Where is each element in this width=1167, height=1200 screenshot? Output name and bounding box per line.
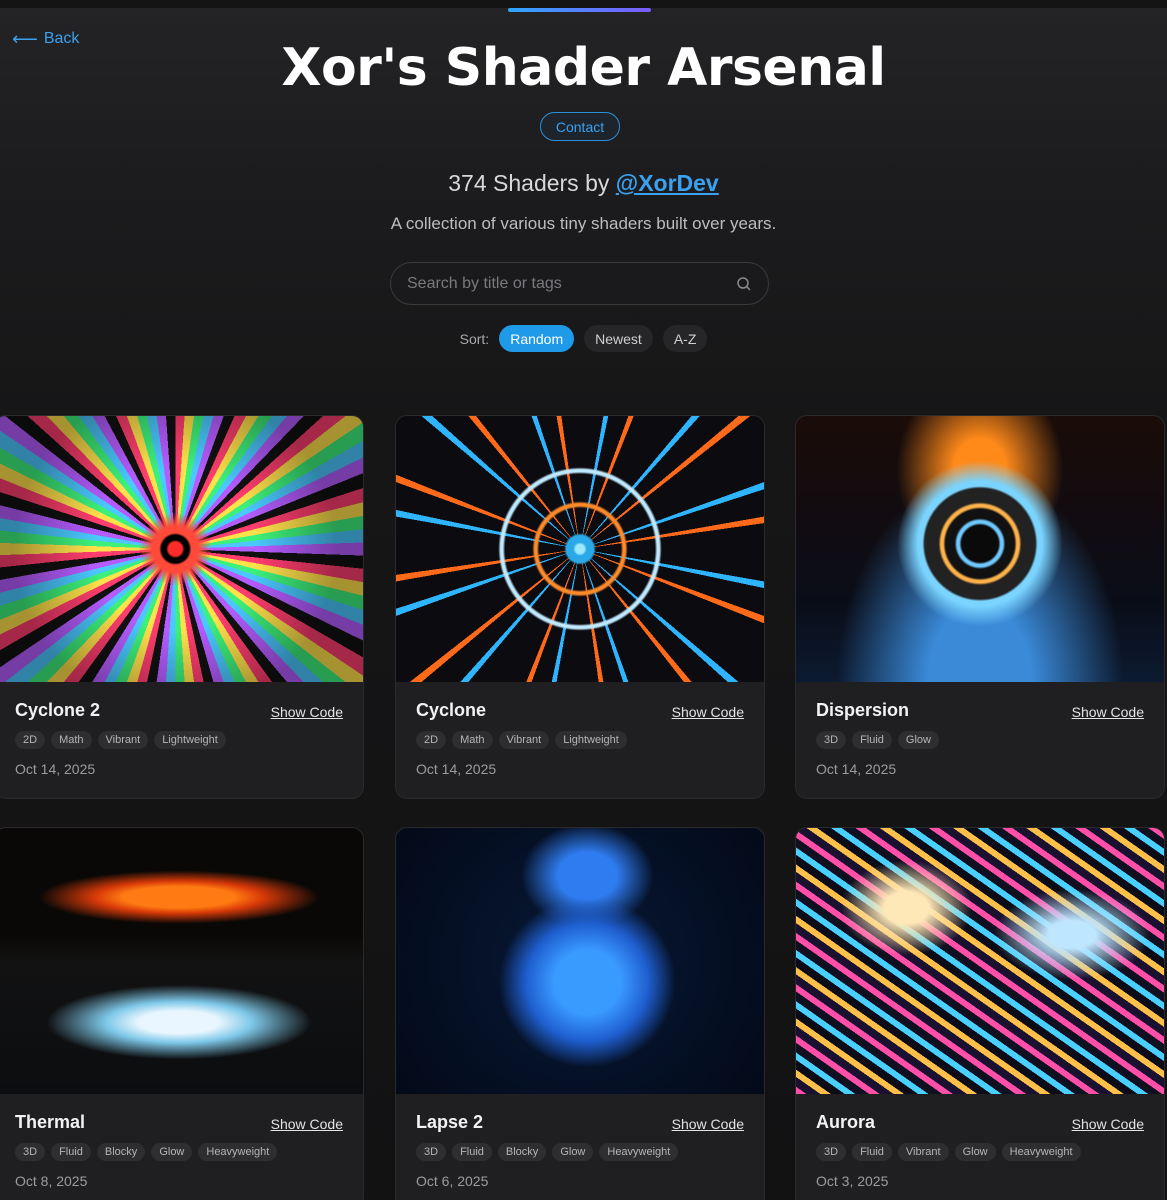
shader-thumbnail[interactable] — [796, 416, 1164, 682]
card-body: Cyclone Show Code 2D Math Vibrant Lightw… — [396, 682, 764, 798]
shader-card[interactable]: Dispersion Show Code 3D Fluid Glow Oct 1… — [795, 415, 1165, 799]
show-code-link[interactable]: Show Code — [1072, 1116, 1144, 1132]
page-title: Xor's Shader Arsenal — [281, 38, 886, 98]
tag[interactable]: Glow — [151, 1143, 193, 1161]
tag[interactable]: 2D — [416, 731, 447, 749]
sort-newest-button[interactable]: Newest — [584, 325, 653, 352]
shader-thumbnail[interactable] — [0, 828, 363, 1094]
tag[interactable]: Glow — [954, 1143, 996, 1161]
shader-date: Oct 14, 2025 — [15, 761, 96, 777]
tag-list: 3D Fluid Glow — [816, 731, 1144, 749]
top-edge — [0, 0, 1167, 8]
page: ⟵ Back Xor's Shader Arsenal Contact 374 … — [0, 0, 1167, 1200]
show-code-link[interactable]: Show Code — [672, 704, 744, 720]
tag[interactable]: Vibrant — [498, 731, 550, 749]
tag[interactable]: Blocky — [497, 1143, 547, 1161]
card-body: Cyclone 2 Show Code 2D Math Vibrant Ligh… — [0, 682, 363, 798]
tag-list: 3D Fluid Blocky Glow Heavyweight — [15, 1143, 343, 1161]
tag-list: 3D Fluid Vibrant Glow Heavyweight — [816, 1143, 1144, 1161]
tag-list: 2D Math Vibrant Lightweight — [15, 731, 343, 749]
shader-thumbnail[interactable] — [396, 828, 764, 1094]
tag[interactable]: 2D — [15, 731, 46, 749]
shader-card[interactable]: Thermal Show Code 3D Fluid Blocky Glow H… — [0, 827, 364, 1200]
show-code-link[interactable]: Show Code — [271, 1116, 343, 1132]
tag[interactable]: Fluid — [452, 1143, 492, 1161]
card-body: Aurora Show Code 3D Fluid Vibrant Glow H… — [796, 1094, 1164, 1200]
shader-card[interactable]: Lapse 2 Show Code 3D Fluid Blocky Glow H… — [395, 827, 765, 1200]
shader-date: Oct 14, 2025 — [816, 761, 897, 777]
sort-az-button[interactable]: A-Z — [662, 325, 708, 352]
contact-button[interactable]: Contact — [540, 112, 620, 141]
tag[interactable]: Fluid — [852, 1143, 892, 1161]
tag-list: 3D Fluid Blocky Glow Heavyweight — [416, 1143, 744, 1161]
shader-date: Oct 14, 2025 — [416, 761, 497, 777]
shader-date: Oct 8, 2025 — [15, 1173, 88, 1189]
tag[interactable]: Lightweight — [154, 731, 226, 749]
search-box — [390, 262, 769, 305]
tag[interactable]: Vibrant — [97, 731, 149, 749]
card-body: Lapse 2 Show Code 3D Fluid Blocky Glow H… — [396, 1094, 764, 1200]
sort-random-button[interactable]: Random — [499, 325, 575, 352]
tag[interactable]: Glow — [897, 731, 939, 749]
shader-card[interactable]: Cyclone 2 Show Code 2D Math Vibrant Ligh… — [0, 415, 364, 799]
tagline: A collection of various tiny shaders bui… — [390, 214, 777, 233]
tag[interactable]: Math — [51, 731, 92, 749]
tag[interactable]: Vibrant — [897, 1143, 949, 1161]
shader-thumbnail[interactable] — [396, 416, 764, 682]
shader-card[interactable]: Cyclone Show Code 2D Math Vibrant Lightw… — [395, 415, 765, 799]
shader-date: Oct 6, 2025 — [416, 1173, 489, 1189]
shader-thumbnail[interactable] — [796, 828, 1164, 1094]
tag[interactable]: 3D — [15, 1143, 46, 1161]
tag[interactable]: Heavyweight — [599, 1143, 679, 1161]
shader-thumbnail[interactable] — [0, 416, 363, 682]
shader-count-text: 374 Shaders by — [448, 170, 616, 196]
tag-list: 2D Math Vibrant Lightweight — [416, 731, 744, 749]
tag[interactable]: Fluid — [51, 1143, 91, 1161]
search-input[interactable] — [407, 274, 736, 293]
author-link[interactable]: @XorDev — [616, 170, 719, 196]
tag[interactable]: Blocky — [96, 1143, 146, 1161]
tag[interactable]: Heavyweight — [198, 1143, 278, 1161]
shader-card[interactable]: Aurora Show Code 3D Fluid Vibrant Glow H… — [795, 827, 1165, 1200]
shader-count: 374 Shaders by @XorDev — [0, 170, 1167, 197]
show-code-link[interactable]: Show Code — [1072, 704, 1144, 720]
show-code-link[interactable]: Show Code — [271, 704, 343, 720]
tag[interactable]: Heavyweight — [1001, 1143, 1081, 1161]
tag[interactable]: Glow — [552, 1143, 594, 1161]
search-icon[interactable] — [736, 276, 752, 292]
card-body: Dispersion Show Code 3D Fluid Glow Oct 1… — [796, 682, 1164, 798]
sort-bar: Sort: Random Newest A-Z — [0, 325, 1167, 352]
card-body: Thermal Show Code 3D Fluid Blocky Glow H… — [0, 1094, 363, 1200]
show-code-link[interactable]: Show Code — [672, 1116, 744, 1132]
top-accent-bar — [508, 8, 651, 12]
tag[interactable]: 3D — [816, 731, 847, 749]
shader-date: Oct 3, 2025 — [816, 1173, 889, 1189]
tag[interactable]: Lightweight — [555, 731, 627, 749]
tag[interactable]: Math — [452, 731, 493, 749]
tag[interactable]: 3D — [416, 1143, 447, 1161]
tag[interactable]: 3D — [816, 1143, 847, 1161]
sort-label: Sort: — [459, 330, 490, 347]
tag[interactable]: Fluid — [852, 731, 892, 749]
